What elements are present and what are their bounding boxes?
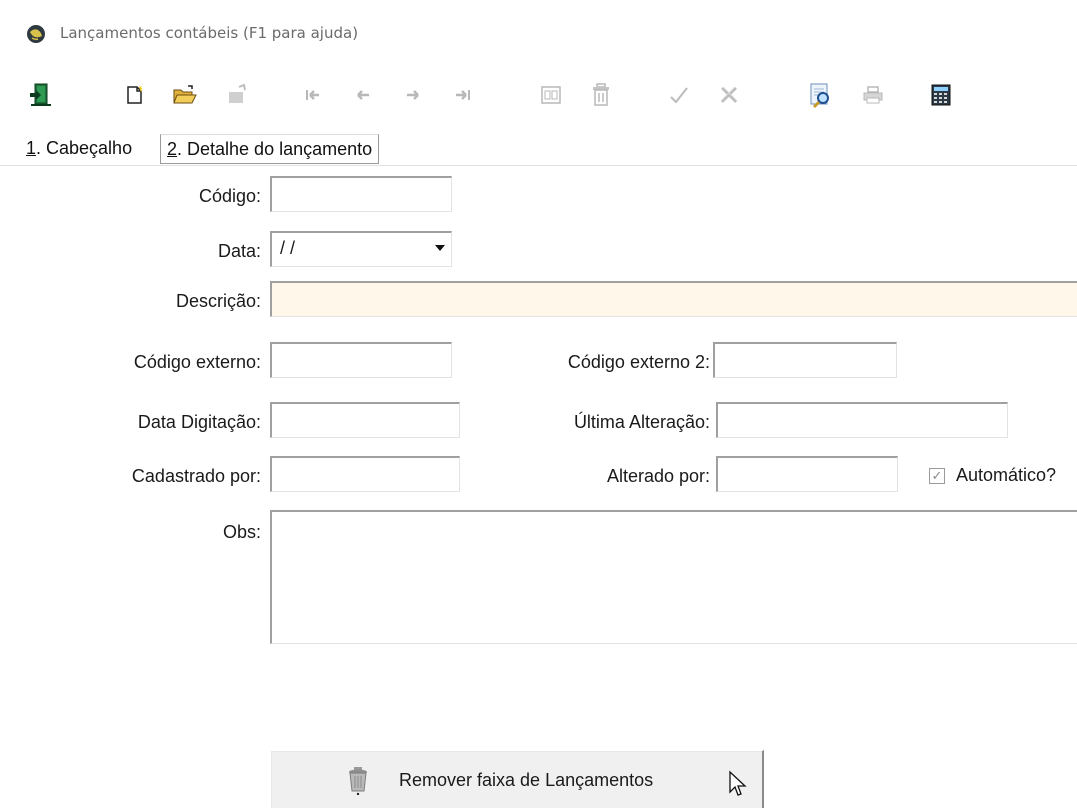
cancel-x-icon — [720, 86, 738, 103]
tab-label: . Detalhe do lançamento — [177, 139, 373, 159]
new-document-icon — [127, 85, 143, 104]
remove-range-label: Remover faixa de Lançamentos — [399, 770, 654, 790]
next-record-icon — [407, 90, 419, 100]
globe-app-icon — [27, 25, 45, 43]
automatico-checkbox[interactable]: ✓ — [929, 468, 945, 484]
automatico-label[interactable]: Automático? — [956, 465, 1056, 486]
prev-record-icon — [357, 90, 369, 100]
codigo-externo-field[interactable] — [270, 342, 452, 378]
trash-can-icon — [349, 767, 367, 795]
form-view-button[interactable] — [534, 78, 568, 112]
ultima-alteracao-label: Última Alteração: — [573, 412, 710, 432]
calculator-button[interactable] — [924, 78, 958, 112]
data-label: Data: — [217, 241, 261, 261]
delete-button[interactable] — [584, 78, 618, 112]
tab-strip: 1. Cabeçalho 2. Detalhe do lançamento — [0, 126, 1077, 166]
data-value: / / — [280, 238, 296, 258]
first-record-button[interactable] — [296, 78, 330, 112]
data-dropdown[interactable]: / / — [270, 231, 452, 267]
confirm-button[interactable] — [662, 78, 696, 112]
tab-label: . Cabeçalho — [36, 138, 133, 158]
data-digitacao-label: Data Digitação: — [137, 412, 261, 432]
tab-hotkey: 1 — [26, 138, 37, 158]
calculator-icon — [931, 84, 951, 106]
codigo-externo-2-field[interactable] — [713, 342, 897, 378]
cadastrado-por-field[interactable] — [270, 456, 460, 492]
form-view-icon — [541, 86, 561, 104]
tab-cabecalho[interactable]: 1. Cabeçalho — [20, 134, 138, 164]
next-record-button[interactable] — [396, 78, 430, 112]
codigo-label: Código: — [198, 186, 261, 206]
cancel-button[interactable] — [712, 78, 746, 112]
window-title: Lançamentos contábeis (F1 para ajuda) — [60, 24, 359, 42]
prev-record-button[interactable] — [346, 78, 380, 112]
new-button[interactable] — [118, 78, 152, 112]
search-magnifier-icon — [810, 83, 829, 109]
mouse-cursor-icon — [729, 770, 747, 796]
descricao-label: Descrição: — [175, 291, 261, 311]
descricao-field[interactable] — [270, 281, 1077, 317]
obs-textarea[interactable] — [270, 510, 1077, 644]
last-record-button[interactable] — [446, 78, 480, 112]
tab-hotkey: 2 — [167, 139, 178, 159]
chevron-down-icon[interactable] — [435, 245, 445, 251]
print-button[interactable] — [856, 78, 890, 112]
edit-icon — [229, 83, 246, 103]
printer-icon — [863, 86, 883, 104]
toolbar — [0, 72, 1077, 118]
codigo-field[interactable] — [270, 176, 452, 212]
search-button[interactable] — [804, 78, 838, 112]
open-folder-icon — [173, 85, 197, 104]
exit-door-icon — [30, 83, 51, 106]
last-record-icon — [456, 90, 470, 100]
obs-label: Obs: — [222, 522, 261, 542]
alterado-por-label: Alterado por: — [606, 466, 710, 486]
tab-detalhe[interactable]: 2. Detalhe do lançamento — [160, 134, 380, 164]
ultima-alteracao-field[interactable] — [716, 402, 1008, 438]
cadastrado-por-label: Cadastrado por: — [131, 466, 261, 486]
checkmark-icon — [670, 87, 688, 104]
exit-button[interactable] — [24, 78, 58, 112]
remove-range-button[interactable]: Remover faixa de Lançamentos — [270, 750, 764, 808]
title-bar: Lançamentos contábeis (F1 para ajuda) — [0, 0, 1077, 60]
alterado-por-field[interactable] — [716, 456, 898, 492]
codigo-externo-label: Código externo: — [133, 352, 261, 372]
data-digitacao-field[interactable] — [270, 402, 460, 438]
edit-button[interactable] — [220, 78, 254, 112]
codigo-externo-2-label: Código externo 2: — [567, 352, 710, 372]
first-record-icon — [306, 90, 319, 100]
open-button[interactable] — [168, 78, 202, 112]
trash-icon — [593, 83, 609, 106]
